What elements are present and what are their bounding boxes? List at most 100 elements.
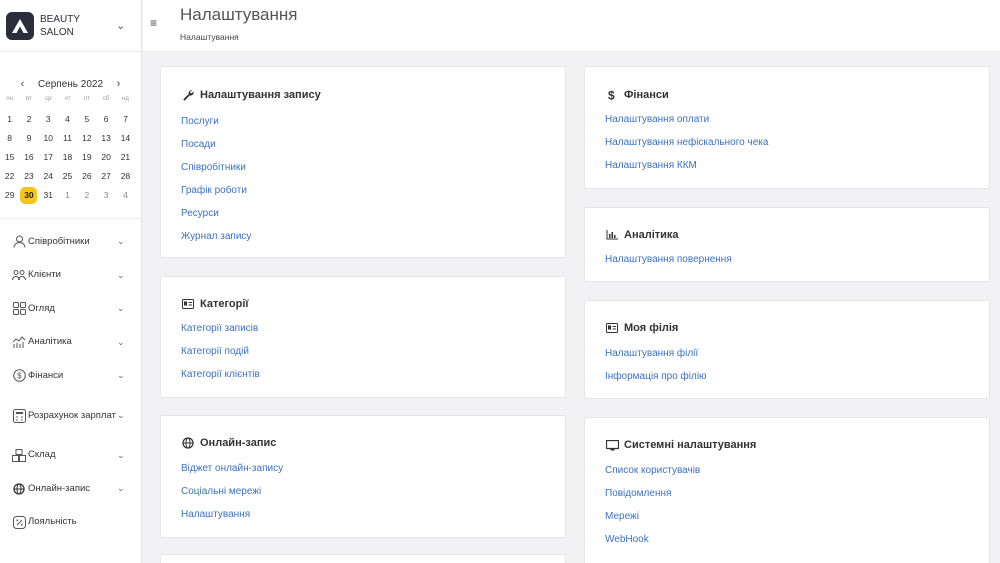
calendar-day[interactable]: 27 [96, 167, 115, 186]
chevron-down-icon[interactable]: ⌄ [117, 370, 141, 381]
calendar-day[interactable]: 3 [39, 110, 58, 129]
sidebar-item-label: Огляд [28, 302, 55, 314]
calendar-day[interactable]: 25 [58, 167, 77, 186]
calendar-month: Серпень 2022 [37, 78, 104, 90]
settings-link[interactable]: Категорії подій [181, 346, 249, 357]
calendar-day-number: 31 [43, 190, 53, 200]
percent-icon [12, 515, 26, 529]
card-title-text: Моя філія [624, 322, 679, 334]
calendar-day-number: 3 [103, 190, 109, 200]
calendar-day[interactable]: 31 [39, 186, 58, 205]
hamburger-menu-icon[interactable]: ≡ [150, 16, 157, 30]
sidebar-item-loyalty[interactable]: Лояльність [0, 506, 141, 540]
svg-text:$: $ [17, 372, 22, 381]
sidebar-item-overview[interactable]: Огляд ⌄ [0, 292, 141, 326]
calendar-day-number: 4 [65, 114, 70, 124]
calendar-day[interactable]: 2 [77, 186, 96, 205]
calendar-day[interactable]: 4 [58, 110, 77, 129]
calendar-day[interactable]: 13 [96, 129, 115, 148]
calendar-day[interactable]: 20 [96, 148, 115, 167]
sidebar-item-analytics[interactable]: Аналітика ⌄ [0, 326, 141, 360]
settings-link[interactable]: Ресурси [181, 208, 219, 219]
settings-link[interactable]: Налаштування [181, 509, 250, 520]
calendar-day-number: 30 [20, 187, 38, 204]
calendar-day[interactable]: 15 [0, 148, 19, 167]
calendar-day-number: 2 [26, 114, 32, 124]
settings-link[interactable]: Соціальні мережі [181, 486, 261, 497]
card-title-text: Фінанси [624, 89, 669, 101]
chevron-right-icon[interactable]: › [109, 78, 129, 90]
sidebar-item-online-booking[interactable]: Онлайн-запис ⌄ [0, 472, 141, 506]
card-categories: Категорії Категорії записів Категорії поді… [160, 276, 566, 398]
chevron-down-icon[interactable]: ⌄ [117, 270, 141, 281]
weekday-label: сб [102, 96, 110, 102]
calendar-day[interactable]: 19 [77, 148, 96, 167]
calendar-day[interactable]: 5 [77, 110, 96, 129]
calendar-day[interactable]: 12 [77, 129, 96, 148]
settings-link[interactable]: Журнал запису [181, 231, 251, 242]
calendar-day[interactable]: 28 [116, 167, 135, 186]
settings-link[interactable]: Співробітники [181, 162, 246, 173]
sidebar-item-employees[interactable]: Співробітники ⌄ [0, 225, 141, 259]
monitor-icon [605, 439, 619, 451]
settings-link[interactable]: Віджет онлайн-запису [181, 463, 283, 474]
calendar-day[interactable]: 9 [19, 129, 38, 148]
settings-link[interactable]: Список користувачів [605, 465, 700, 476]
settings-link[interactable]: Посади [181, 139, 216, 150]
calendar-day-number: 21 [120, 152, 131, 162]
sidebar-item-payroll[interactable]: Розрахунок зарплат ⌄ [0, 393, 141, 439]
calendar-day[interactable]: 1 [58, 186, 77, 205]
settings-link[interactable]: Інформація про філію [605, 371, 707, 382]
sidebar-item-warehouse[interactable]: Склад ⌄ [0, 439, 141, 473]
bar-chart-icon [605, 230, 619, 240]
chevron-down-icon[interactable]: ⌄ [116, 19, 125, 32]
settings-link[interactable]: Категорії клієнтів [181, 369, 260, 380]
chevron-down-icon[interactable]: ⌄ [117, 303, 141, 314]
settings-link[interactable]: Налаштування повернення [605, 254, 732, 265]
chevron-left-icon[interactable]: ‹ [13, 78, 33, 90]
calendar-day[interactable]: 4 [116, 186, 135, 205]
brand-switcher[interactable]: BEAUTY SALON ⌄ [0, 0, 141, 52]
calendar-day[interactable]: 17 [39, 148, 58, 167]
settings-link[interactable]: Налаштування філії [605, 348, 698, 359]
chevron-down-icon[interactable]: ⌄ [117, 410, 141, 421]
settings-link[interactable]: Графік роботи [181, 185, 247, 196]
calendar-day[interactable]: 11 [58, 129, 77, 148]
calendar-day[interactable]: 22 [0, 167, 19, 186]
calendar-day[interactable]: 16 [19, 148, 38, 167]
settings-link[interactable]: Повідомлення [605, 488, 671, 499]
settings-link[interactable]: Налаштування оплати [605, 114, 709, 125]
chevron-down-icon[interactable]: ⌄ [117, 337, 141, 348]
calendar-day-today[interactable]: 30 [19, 186, 38, 205]
calendar-day-number: 27 [101, 171, 111, 181]
sidebar-item-clients[interactable]: Клієнти ⌄ [0, 259, 141, 293]
chevron-down-icon[interactable]: ⌄ [117, 450, 141, 461]
calendar-day[interactable]: 24 [39, 167, 58, 186]
calendar-day[interactable]: 8 [0, 129, 19, 148]
settings-link[interactable]: WebHook [605, 534, 649, 545]
calendar-day[interactable]: 10 [39, 129, 58, 148]
calendar-day[interactable]: 29 [0, 186, 19, 205]
sidebar-item-label: Онлайн-запис [28, 482, 91, 494]
calendar-day[interactable]: 6 [96, 110, 115, 129]
sidebar-item-finance[interactable]: $ Фінанси ⌄ [0, 359, 141, 393]
calendar-day-number: 7 [123, 114, 128, 124]
settings-link[interactable]: Категорії записів [181, 323, 258, 334]
calendar-day[interactable]: 21 [116, 148, 135, 167]
calendar-day[interactable]: 1 [0, 110, 19, 129]
settings-link[interactable]: Налаштування ККМ [605, 160, 697, 171]
settings-link[interactable]: Налаштування нефіскального чека [605, 137, 768, 148]
card-title: Системні налаштування [605, 439, 756, 451]
calendar-day[interactable]: 2 [19, 110, 38, 129]
calendar-day[interactable]: 3 [96, 186, 115, 205]
calendar-day[interactable]: 7 [116, 110, 135, 129]
weekday-label: ср [45, 96, 52, 102]
chevron-down-icon[interactable]: ⌄ [117, 236, 141, 247]
calendar-day[interactable]: 26 [77, 167, 96, 186]
calendar-day[interactable]: 18 [58, 148, 77, 167]
settings-link[interactable]: Мережі [605, 511, 639, 522]
chevron-down-icon[interactable]: ⌄ [117, 483, 141, 494]
calendar-day[interactable]: 14 [116, 129, 135, 148]
settings-link[interactable]: Послуги [181, 116, 219, 127]
calendar-day[interactable]: 23 [19, 167, 38, 186]
